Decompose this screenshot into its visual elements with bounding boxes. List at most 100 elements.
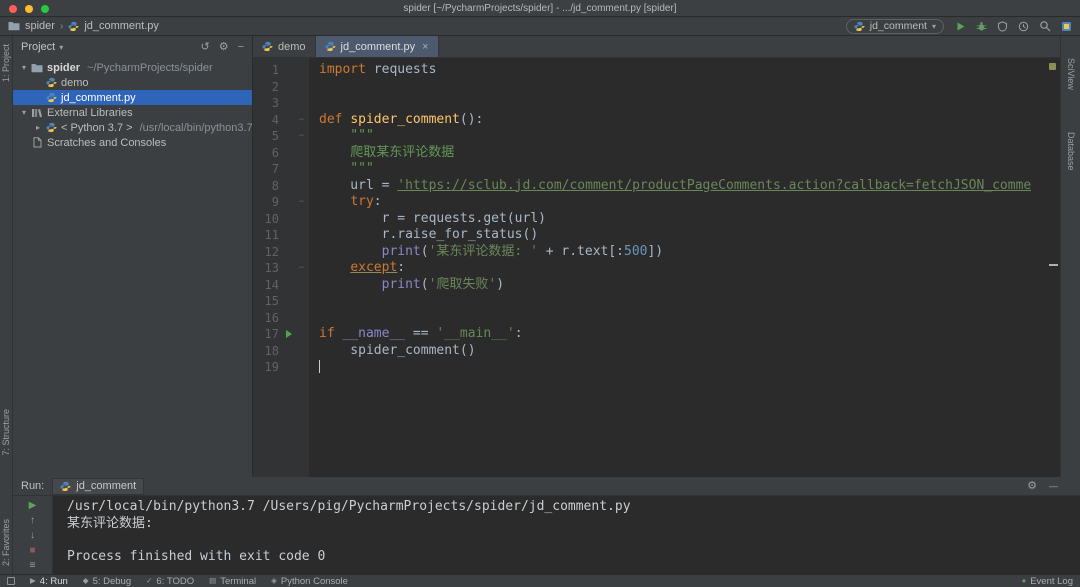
traffic-lights: [9, 5, 49, 13]
code-line-10[interactable]: 10 r = requests.get(url): [253, 211, 1060, 228]
search-everywhere-button-icon[interactable]: [1039, 20, 1051, 32]
statusbar-item-label: Event Log: [1030, 576, 1073, 587]
python-icon: [44, 77, 58, 88]
statusbar-item-5-debug[interactable]: ◆5: Debug: [83, 576, 131, 587]
code-line-15[interactable]: 15: [253, 293, 1060, 310]
run-settings-icon[interactable]: [1027, 481, 1037, 492]
code-line-14[interactable]: 14 print('爬取失败'): [253, 277, 1060, 294]
close-window-button[interactable]: [9, 5, 17, 13]
inspection-status-icon[interactable]: [1049, 63, 1056, 70]
code-line-2[interactable]: 2: [253, 79, 1060, 96]
breadcrumb: spider jd_comment.py: [8, 20, 159, 32]
code-line-17[interactable]: 17if __name__ == '__main__':: [253, 326, 1060, 343]
code-line-19[interactable]: 19: [253, 359, 1060, 376]
console-line: /usr/local/bin/python3.7 /Users/pig/Pych…: [67, 499, 1080, 516]
code-line-7[interactable]: 7 """: [253, 161, 1060, 178]
project-panel-title[interactable]: Project: [21, 41, 55, 53]
sync-icon[interactable]: [200, 42, 209, 53]
chevron-down-icon[interactable]: ▾: [18, 108, 30, 117]
code-text: print('爬取失败'): [309, 277, 504, 294]
statusbar-item-6-todo[interactable]: ✓6: TODO: [146, 576, 194, 587]
gutter: 1: [253, 62, 309, 79]
run-console[interactable]: /usr/local/bin/python3.7 /Users/pig/Pych…: [53, 496, 1080, 574]
coverage-button-icon[interactable]: [997, 21, 1008, 32]
up-stack-icon[interactable]: ↑: [30, 516, 35, 526]
code-line-1[interactable]: 1import requests: [253, 62, 1060, 79]
code-line-4[interactable]: 4def spider_comment():: [253, 112, 1060, 129]
python-file-icon: [68, 21, 79, 32]
code-line-3[interactable]: 3: [253, 95, 1060, 112]
profiler-button-icon[interactable]: [1018, 21, 1029, 32]
tool-stripe-structure[interactable]: 7: Structure: [1, 409, 11, 456]
editor-tab-jd-comment-py[interactable]: jd_comment.py: [316, 36, 439, 57]
statusbar-item-label: 4: Run: [40, 576, 68, 587]
tree-item-python-3-7[interactable]: ▸< Python 3.7 >/usr/local/bin/python3.7: [13, 120, 252, 135]
error-stripe-mark[interactable]: [1049, 264, 1058, 266]
tool-window-toggle-icon[interactable]: [7, 577, 15, 585]
chevron-down-icon[interactable]: [59, 41, 63, 53]
rerun-icon[interactable]: ▶: [29, 501, 37, 511]
gear-icon[interactable]: [219, 42, 229, 53]
todo-icon: ✓: [146, 577, 152, 585]
close-tab-icon[interactable]: [420, 41, 428, 53]
statusbar-item-python-console[interactable]: ◈Python Console: [271, 576, 348, 587]
project-panel-header: Project: [13, 36, 252, 58]
tool-stripe-database[interactable]: Database: [1066, 132, 1076, 171]
code-text: [309, 293, 319, 310]
line-number: 5: [253, 128, 279, 145]
hide-run-panel-icon[interactable]: [1049, 481, 1058, 492]
code-line-6[interactable]: 6 爬取某东评论数据: [253, 145, 1060, 162]
code-line-13[interactable]: 13 except:: [253, 260, 1060, 277]
code-line-12[interactable]: 12 print('某东评论数据: ' + r.text[:500]): [253, 244, 1060, 261]
debug-button-icon[interactable]: [976, 21, 987, 32]
updates-button-icon[interactable]: [1061, 21, 1072, 32]
code-line-16[interactable]: 16: [253, 310, 1060, 327]
line-number: 13: [253, 260, 279, 277]
run-button-icon[interactable]: [955, 21, 966, 32]
chevron-down-icon[interactable]: ▾: [18, 63, 30, 72]
minimize-window-button[interactable]: [25, 5, 33, 13]
hide-panel-icon[interactable]: [238, 42, 244, 53]
tool-stripe-favorites[interactable]: 2: Favorites: [1, 519, 11, 566]
run-tab[interactable]: jd_comment: [52, 478, 144, 495]
code-text: def spider_comment():: [309, 112, 483, 129]
run-line-icon[interactable]: [286, 330, 292, 338]
zoom-window-button[interactable]: [41, 5, 49, 13]
tree-item-spider[interactable]: ▾spider~/PycharmProjects/spider: [13, 60, 252, 75]
code-line-11[interactable]: 11 r.raise_for_status(): [253, 227, 1060, 244]
tree-item-label: External Libraries: [47, 107, 133, 119]
tree-item-label: demo: [61, 77, 89, 89]
code-line-18[interactable]: 18 spider_comment(): [253, 343, 1060, 360]
line-number: 16: [253, 310, 279, 327]
tree-item-external-libraries[interactable]: ▾ External Libraries: [13, 105, 252, 120]
code-line-5[interactable]: 5 """: [253, 128, 1060, 145]
navigation-bar: spider jd_comment.py jd_comment: [0, 17, 1080, 36]
tree-item-scratches-and-consoles[interactable]: Scratches and Consoles: [13, 135, 252, 150]
tool-stripe-sciview[interactable]: SciView: [1066, 58, 1076, 90]
code-text: r = requests.get(url): [309, 211, 546, 228]
debug-icon: ◆: [83, 577, 89, 585]
down-stack-icon[interactable]: ↓: [30, 531, 35, 541]
editor-code[interactable]: 1import requests234def spider_comment():…: [253, 58, 1060, 477]
options-menu-icon[interactable]: ≡: [30, 561, 36, 571]
statusbar-item-4-run[interactable]: ▶4: Run: [30, 576, 68, 587]
gutter: 14: [253, 277, 309, 294]
editor-area: demojd_comment.py 1import requests234def…: [253, 36, 1060, 477]
statusbar-item-terminal[interactable]: ▤Terminal: [209, 576, 256, 587]
code-line-9[interactable]: 9 try:: [253, 194, 1060, 211]
code-line-8[interactable]: 8 url = 'https://sclub.jd.com/comment/pr…: [253, 178, 1060, 195]
breadcrumb-file[interactable]: jd_comment.py: [84, 20, 159, 32]
editor-tab-demo[interactable]: demo: [253, 36, 316, 57]
run-config-selector[interactable]: jd_comment: [846, 19, 944, 34]
tool-stripe-project[interactable]: 1: Project: [1, 44, 11, 82]
statusbar-item-event-log[interactable]: ●Event Log: [1022, 576, 1073, 587]
window-title: spider [~/PycharmProjects/spider] - .../…: [0, 3, 1080, 14]
tree-item-jd-comment-py[interactable]: jd_comment.py: [13, 90, 252, 105]
statusbar-item-label: Python Console: [281, 576, 348, 587]
tree-item-demo[interactable]: demo: [13, 75, 252, 90]
breadcrumb-project[interactable]: spider: [25, 20, 55, 32]
chevron-right-icon[interactable]: ▸: [32, 123, 44, 132]
code-text: """: [309, 161, 374, 178]
gutter: 15: [253, 293, 309, 310]
stop-icon[interactable]: ■: [29, 546, 35, 556]
